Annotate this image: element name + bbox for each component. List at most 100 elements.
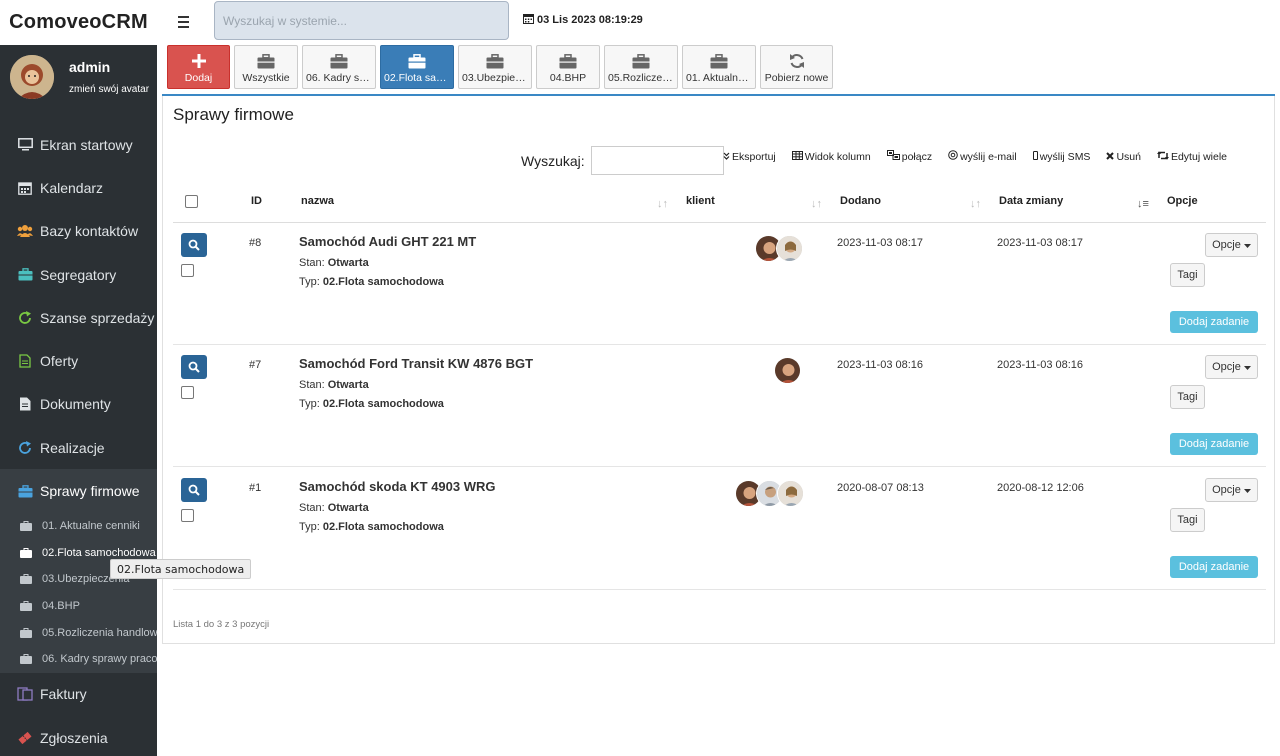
tab-bhp[interactable]: 04.BHP [536,45,600,89]
tags-button[interactable]: Tagi [1170,263,1205,287]
sidebar-item-label: Segregatory [40,266,117,283]
submenu-sprawy-firmowe: 01. Aktualne cenniki 02.Flota samochodow… [0,512,157,673]
tab-kadry[interactable]: 06. Kadry sprawy pracownicze [302,45,376,89]
sidebar-item-kalendarz[interactable]: Kalendarz [0,166,157,209]
table-search-input[interactable] [590,146,724,175]
row-name-link[interactable]: Samochód Audi GHT 221 MT [299,234,476,249]
app-logo[interactable]: ComoveoCRM [0,0,157,45]
client-avatar[interactable] [774,357,801,384]
column-header-id[interactable]: ID [251,195,262,207]
pagination-info: Lista 1 do 3 z 3 pozycji [173,619,270,630]
add-task-button[interactable]: Dodaj zadanie [1170,556,1258,578]
add-task-button[interactable]: Dodaj zadanie [1170,311,1258,333]
tab-ubezpieczenia[interactable]: 03.Ubezpieczenia [458,45,532,89]
user-name: admin [69,59,111,75]
sidebar-item-dokumenty[interactable]: Dokumenty [0,383,157,426]
sidebar-item-zgloszenia[interactable]: Zgłoszenia [0,716,157,756]
sidebar-item-segregatory[interactable]: Segregatory [0,253,157,296]
row-changed-date: 2020-08-12 12:06 [997,482,1084,494]
sort-desc-icon[interactable]: ↓≡ [1137,198,1149,210]
row-checkbox[interactable] [181,386,194,399]
refresh-icon [789,53,805,69]
global-search-input[interactable] [214,1,509,40]
change-avatar-link[interactable]: zmień swój avatar [69,84,149,95]
status-value: Otwarta [327,502,369,514]
main-panel: Sprawy firmowe Wyszukaj: Eksportuj Widok… [162,96,1275,644]
sort-icon[interactable]: ↓↑ [970,198,981,210]
row-added-date: 2023-11-03 08:16 [837,359,924,371]
tab-label: Wszystkie [242,72,290,84]
tab-rozliczenia[interactable]: 05.Rozliczenia handlowe [604,45,678,89]
row-name-link[interactable]: Samochód Ford Transit KW 4876 BGT [299,356,533,371]
column-header-klient[interactable]: klient [686,195,715,207]
client-avatar[interactable] [777,480,804,507]
sort-icon[interactable]: ↓↑ [657,198,668,210]
sidebar-item-label: Realizacje [40,439,105,456]
menu-toggle-icon[interactable] [172,11,194,33]
row-checkbox[interactable] [181,509,194,522]
search-icon[interactable] [181,233,207,257]
delete-button[interactable]: Usuń [1106,151,1141,163]
briefcase-icon [20,574,32,585]
datetime-display: 03 Lis 2023 08:19:29 [523,13,643,27]
add-task-button[interactable]: Dodaj zadanie [1170,433,1258,455]
submenu-item-bhp[interactable]: 04.BHP [0,593,157,620]
select-all-checkbox[interactable] [185,195,198,208]
send-email-button[interactable]: wyślij e-mail [948,150,1017,163]
options-label: Opcje [1212,239,1241,251]
status-value: Otwarta [327,379,369,391]
column-header-nazwa[interactable]: nazwa [301,195,334,207]
tool-label: wyślij e-mail [960,150,1017,163]
merge-button[interactable]: połącz [886,150,932,163]
sidebar-item-ekran-startowy[interactable]: Ekran startowy [0,123,157,166]
sort-icon[interactable]: ↓↑ [811,198,822,210]
tab-flota-samochodowa[interactable]: 02.Flota samochodowa [380,45,454,89]
tab-pobierz-nowe[interactable]: Pobierz nowe [760,45,833,89]
tab-label: Pobierz nowe [764,72,829,84]
column-header-data-zmiany[interactable]: Data zmiany [999,195,1063,207]
sidebar-item-oferty[interactable]: Oferty [0,339,157,382]
options-dropdown-button[interactable]: Opcje [1205,478,1258,502]
sidebar-item-realizacje[interactable]: Realizacje [0,426,157,469]
sidebar-item-sprawy-firmowe[interactable]: Sprawy firmowe [0,469,157,513]
sidebar-item-bazy-kontaktow[interactable]: Bazy kontaktów [0,210,157,253]
tab-label: 02.Flota samochodowa [384,72,453,84]
briefcase-icon [17,267,33,283]
submenu-item-label: 04.BHP [42,600,80,613]
tags-button[interactable]: Tagi [1170,385,1205,409]
submenu-item-aktualne-cenniki[interactable]: 01. Aktualne cenniki [0,513,157,540]
row-name-link[interactable]: Samochód skoda KT 4903 WRG [299,479,496,494]
tags-button[interactable]: Tagi [1170,508,1205,532]
avatar[interactable] [10,55,54,99]
sidebar-item-szanse-sprzedazy[interactable]: Szanse sprzedaży [0,296,157,339]
client-avatar[interactable] [776,235,803,262]
row-status: Stan: Otwarta [299,502,369,514]
options-dropdown-button[interactable]: Opcje [1205,355,1258,379]
options-dropdown-button[interactable]: Opcje [1205,233,1258,257]
file-icon [17,353,33,369]
main-nav: Ekran startowy Kalendarz Bazy kontaktów … [0,123,157,513]
invoice-icon [17,686,33,702]
edit-many-button[interactable]: Edytuj wiele [1156,151,1227,163]
send-sms-button[interactable]: wyślij SMS [1032,150,1090,163]
column-header-dodano[interactable]: Dodano [840,195,881,207]
row-changed-date: 2023-11-03 08:16 [997,359,1084,371]
tool-label: Eksportuj [732,150,776,163]
column-view-button[interactable]: Widok kolumn [791,150,871,163]
search-icon[interactable] [181,478,207,502]
sidebar-item-faktury[interactable]: Faktury [0,673,157,716]
submenu-item-kadry[interactable]: 06. Kadry sprawy pracownicze [0,646,157,673]
sidebar-item-label: Szanse sprzedaży [40,309,155,326]
calendar-icon [17,180,33,196]
submenu-item-rozliczenia-handlowe[interactable]: 05.Rozliczenia handlowe [0,619,157,646]
tab-wszystkie[interactable]: Wszystkie [234,45,298,89]
row-type: Typ: 02.Flota samochodowa [299,521,444,533]
search-icon[interactable] [181,355,207,379]
tab-dodaj[interactable]: Dodaj [167,45,230,89]
row-checkbox[interactable] [181,264,194,277]
type-label: Typ: [299,521,320,533]
tab-aktualne-cenniki[interactable]: 01. Aktualne cenniki [682,45,756,89]
export-button[interactable]: Eksportuj [723,151,776,163]
tab-label: Dodaj [184,72,213,84]
submenu-item-label: 02.Flota samochodowa [42,546,156,559]
